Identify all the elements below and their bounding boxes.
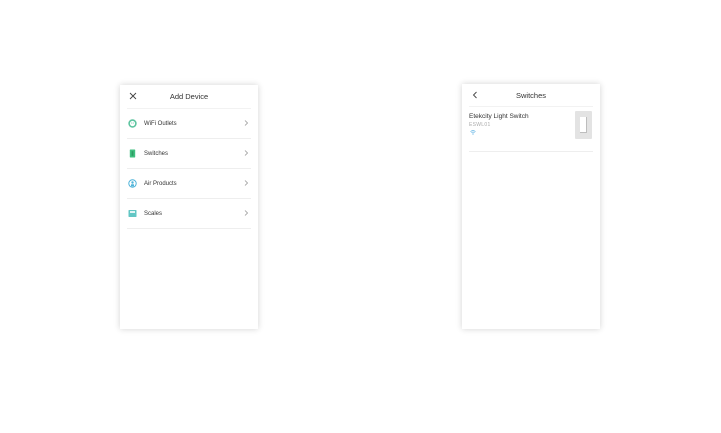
- device-name: Etekcity Light Switch: [469, 113, 529, 120]
- category-item-switches[interactable]: Switches: [127, 139, 251, 169]
- chevron-left-icon: [472, 91, 477, 99]
- add-device-screen: Add Device WiFi Outlets Switches Air Pro…: [120, 85, 258, 329]
- chevron-right-icon: [244, 210, 249, 216]
- wifi-icon: [470, 130, 476, 135]
- page-title: Add Device: [169, 91, 209, 101]
- device-item-light-switch[interactable]: Etekcity Light Switch ESWL01: [469, 106, 593, 152]
- outlet-icon: [128, 119, 137, 128]
- air-purifier-icon: [128, 179, 137, 188]
- back-button[interactable]: [468, 88, 482, 102]
- scale-icon: [128, 209, 137, 218]
- chevron-right-icon: [244, 120, 249, 126]
- switch-toggle-graphic: [580, 117, 587, 133]
- screenshot-stage: Add Device WiFi Outlets Switches Air Pro…: [0, 0, 721, 433]
- chevron-right-icon: [244, 180, 249, 186]
- category-label: Air Products: [144, 180, 177, 187]
- category-list: WiFi Outlets Switches Air Products Scale…: [120, 108, 258, 229]
- category-label: Switches: [144, 150, 169, 157]
- navigation-bar: Switches: [462, 84, 600, 106]
- category-label: WiFi Outlets: [144, 120, 177, 127]
- close-icon: [129, 92, 137, 100]
- switch-icon: [128, 149, 137, 158]
- device-model: ESWL01: [469, 122, 491, 128]
- category-item-scales[interactable]: Scales: [127, 199, 251, 229]
- category-item-wifi-outlets[interactable]: WiFi Outlets: [127, 108, 251, 139]
- navigation-bar: Add Device: [120, 85, 258, 107]
- chevron-right-icon: [244, 150, 249, 156]
- close-button[interactable]: [126, 89, 140, 103]
- category-label: Scales: [144, 210, 163, 217]
- light-switch-thumbnail[interactable]: [575, 111, 592, 139]
- switches-screen: Switches Etekcity Light Switch ESWL01: [462, 84, 600, 329]
- page-title: Switches: [515, 90, 546, 100]
- category-item-air-products[interactable]: Air Products: [127, 169, 251, 199]
